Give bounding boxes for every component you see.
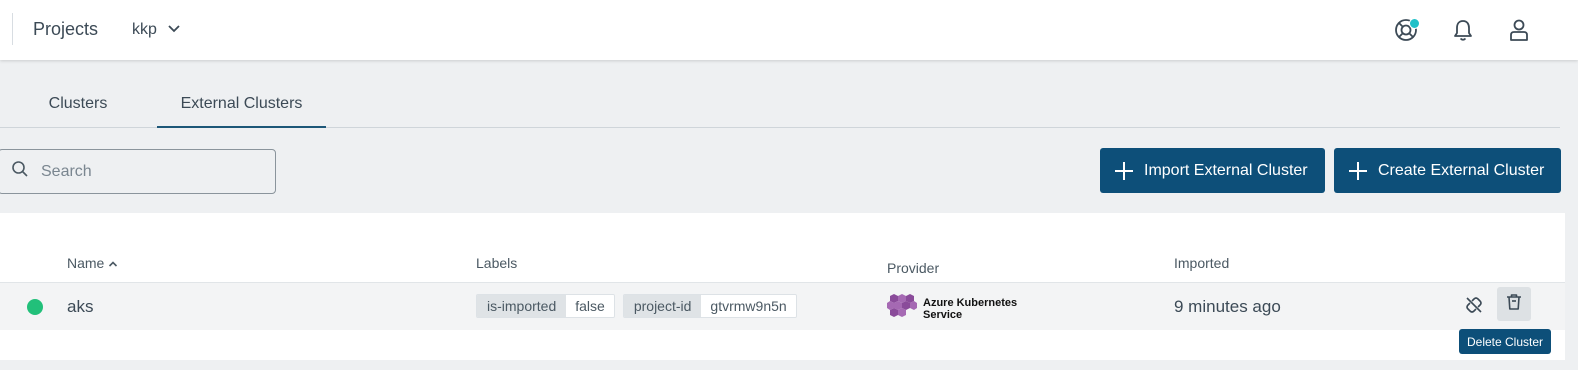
column-header-labels: Labels (476, 255, 518, 271)
create-button-label: Create External Cluster (1378, 161, 1545, 179)
provider-logo: Azure Kubernetes Service (887, 294, 1023, 323)
azure-kubernetes-icon (887, 294, 917, 323)
plus-icon (1348, 161, 1368, 181)
delete-cluster-button[interactable] (1497, 287, 1531, 321)
status-indicator (27, 299, 43, 315)
tab-external-clusters[interactable]: External Clusters (157, 80, 326, 128)
import-button-label: Import External Cluster (1144, 161, 1308, 179)
clusters-table: Name Labels Provider Imported aks is-imp… (0, 213, 1565, 360)
column-header-provider: Provider (887, 260, 940, 276)
user-menu-button[interactable] (1506, 19, 1532, 45)
column-header-imported[interactable]: Imported (1174, 255, 1229, 271)
label-key: project-id (623, 295, 702, 317)
help-button[interactable] (1393, 18, 1420, 45)
delete-cluster-tooltip: Delete Cluster (1459, 329, 1551, 354)
chevron-down-icon (167, 21, 181, 39)
notification-dot (1409, 18, 1420, 29)
user-icon (1508, 18, 1530, 47)
column-header-name-label: Name (67, 255, 105, 271)
import-external-cluster-button[interactable]: Import External Cluster (1100, 148, 1325, 193)
cluster-name: aks (67, 297, 94, 316)
imported-time: 9 minutes ago (1174, 297, 1281, 316)
cluster-tabs: Clusters External Clusters (0, 80, 1560, 128)
search-input[interactable] (41, 162, 241, 181)
projects-link[interactable]: Projects (33, 19, 98, 40)
trash-icon (1506, 293, 1522, 316)
project-selector[interactable]: kkp (132, 20, 181, 40)
label-value: gtvrmw9n5n (701, 295, 796, 317)
divider (12, 13, 13, 45)
table-header: Name Labels Provider Imported (0, 249, 1565, 283)
label-chip: project-id gtvrmw9n5n (622, 294, 797, 318)
sort-ascending-icon (108, 255, 118, 271)
column-header-name[interactable]: Name (67, 255, 118, 271)
create-external-cluster-button[interactable]: Create External Cluster (1334, 148, 1561, 193)
bell-icon (1452, 18, 1474, 47)
notifications-button[interactable] (1450, 19, 1476, 45)
disconnect-button[interactable] (1463, 296, 1485, 318)
provider-name: Azure Kubernetes Service (923, 296, 1018, 321)
label-chip: is-imported false (476, 294, 615, 318)
label-key: is-imported (477, 295, 567, 317)
search-icon (11, 160, 29, 183)
search-box[interactable] (0, 149, 276, 194)
project-name: kkp (132, 21, 157, 38)
unlink-icon (1465, 296, 1483, 319)
tab-clusters[interactable]: Clusters (0, 80, 156, 127)
cluster-labels: is-imported false project-id gtvrmw9n5n (476, 294, 797, 318)
top-bar: Projects kkp (0, 0, 1578, 60)
table-row[interactable]: aks is-imported false project-id gtvrmw9… (0, 283, 1565, 330)
label-value: false (566, 295, 614, 317)
plus-icon (1114, 161, 1134, 181)
